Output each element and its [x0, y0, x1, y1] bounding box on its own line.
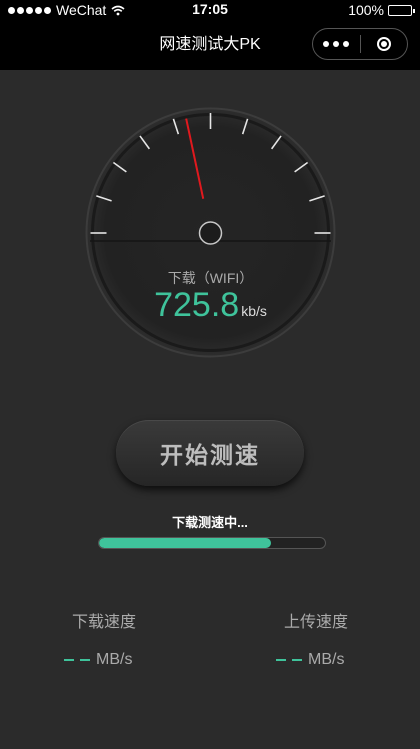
- empty-dash: [64, 659, 74, 661]
- test-status-text: 下载测速中...: [172, 515, 248, 530]
- nav-bar: 网速测试大PK: [0, 20, 420, 70]
- download-speed-label: 下载速度: [72, 614, 137, 631]
- progress-fill: [99, 538, 271, 548]
- download-speed-unit: MB/s: [96, 651, 133, 668]
- speed-gauge: 下载（WIFI） 725.8 kb/s: [84, 106, 337, 359]
- download-speed-value: MB/s: [64, 651, 132, 669]
- status-right: 100%: [348, 2, 415, 18]
- battery-icon: [388, 4, 415, 16]
- upload-speed-value: MB/s: [276, 651, 344, 669]
- start-test-button[interactable]: 开始测速: [116, 420, 304, 486]
- close-circle-icon[interactable]: [361, 29, 408, 59]
- status-bar: WeChat 17:05 100%: [0, 0, 420, 20]
- empty-dash: [80, 659, 90, 661]
- more-dots-icon[interactable]: [313, 29, 360, 59]
- speed-value: 725.8: [154, 286, 240, 324]
- upload-speed-label: 上传速度: [284, 614, 349, 631]
- test-progress-bar: [98, 537, 326, 549]
- gauge-reading: 725.8 kb/s: [84, 286, 337, 325]
- empty-dash: [276, 659, 286, 661]
- menu-capsule: [312, 28, 408, 60]
- gauge-hub: [198, 221, 223, 245]
- upload-speed-unit: MB/s: [308, 651, 345, 668]
- gauge-label: 下载（WIFI）: [167, 270, 254, 286]
- battery-percent: 100%: [348, 2, 384, 18]
- speed-unit: kb/s: [241, 303, 267, 319]
- empty-dash: [292, 659, 302, 661]
